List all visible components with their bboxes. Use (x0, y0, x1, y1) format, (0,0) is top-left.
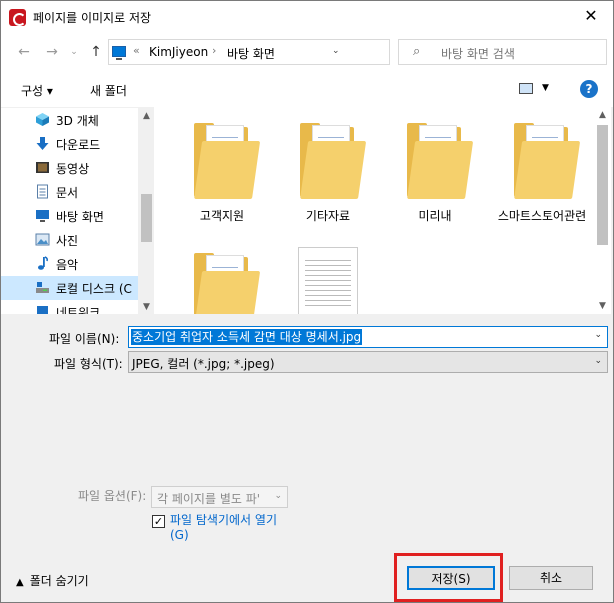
file-option-label: 파일 옵션(F): (78, 489, 147, 503)
save-as-image-dialog: 페이지를 이미지로 저장 ✕ ← → ⌄ ↑ « KimJiyeon › 바탕 … (0, 0, 614, 603)
breadcrumb-user[interactable]: KimJiyeon (149, 45, 208, 59)
nav-item-label: 다운로드 (56, 138, 101, 152)
search-input[interactable]: ⌕ 바탕 화면 검색 (398, 39, 607, 65)
drive-icon (36, 282, 49, 293)
download-icon (36, 137, 49, 150)
save-button[interactable]: 저장(S) (407, 566, 495, 590)
nav-item-label: 문서 (56, 186, 79, 200)
forward-arrow-icon[interactable]: → (43, 43, 61, 61)
filetype-dropdown-icon[interactable]: ⌄ (594, 356, 602, 366)
breadcrumb-overflow[interactable]: « (133, 44, 140, 57)
video-icon (36, 162, 49, 173)
search-icon: ⌕ (413, 44, 421, 59)
nav-item-downloads[interactable]: 다운로드 (1, 132, 138, 156)
desktop-location-icon (112, 46, 126, 60)
filetype-value: JPEG, 컬러 (*.jpg; *.jpeg) (132, 357, 275, 371)
scroll-up-icon[interactable]: ▲ (138, 108, 155, 124)
nav-item-label: 음악 (56, 258, 79, 272)
nav-item-music[interactable]: 음악 (1, 252, 138, 276)
folder-icon (403, 121, 474, 201)
3d-objects-icon (36, 113, 49, 126)
window-title: 페이지를 이미지로 저장 (33, 11, 152, 25)
up-arrow-icon[interactable]: ↑ (87, 43, 105, 61)
help-icon[interactable]: ? (580, 80, 598, 98)
save-options-area: 파일 이름(N): 중소기업 취업자 소득세 감면 대상 명세서.jpg ⌄ 파… (1, 314, 613, 602)
command-bar: 구성 ▾ 새 폴더 ▼ ? (1, 73, 613, 107)
app-logo-icon (9, 9, 26, 26)
filetype-select[interactable]: JPEG, 컬러 (*.jpg; *.jpeg) ⌄ (128, 351, 608, 373)
scroll-down-icon[interactable]: ▼ (138, 299, 155, 315)
file-option-select: 각 페이지를 별도 파' ⌄ (151, 486, 288, 508)
breadcrumb-separator: › (212, 44, 217, 57)
title-bar: 페이지를 이미지로 저장 ✕ (1, 1, 613, 33)
nav-item-pictures[interactable]: 사진 (1, 228, 138, 252)
organize-button[interactable]: 구성 ▾ (21, 82, 53, 99)
search-placeholder: 바탕 화면 검색 (441, 47, 515, 61)
new-folder-button[interactable]: 새 폴더 (90, 82, 127, 99)
recent-locations-icon[interactable]: ⌄ (65, 43, 83, 61)
view-dropdown-icon[interactable]: ▼ (542, 83, 549, 93)
file-option-dropdown-icon: ⌄ (274, 491, 282, 501)
filename-label: 파일 이름(N): (49, 332, 120, 346)
nav-item-3d-objects[interactable]: 3D 개체 (1, 108, 138, 132)
document-thumbnail-icon (298, 247, 358, 314)
close-button[interactable]: ✕ (581, 6, 601, 26)
file-name: 고객지원 (199, 209, 245, 223)
document-icon (37, 184, 48, 199)
breadcrumb-desktop[interactable]: 바탕 화면 (227, 45, 275, 62)
scroll-down-icon[interactable]: ▼ (594, 298, 611, 314)
cancel-button[interactable]: 취소 (509, 566, 593, 590)
folder-icon (190, 121, 261, 201)
filetype-label: 파일 형식(T): (54, 357, 123, 371)
folder-icon (510, 121, 581, 201)
nav-item-desktop[interactable]: 바탕 화면 (1, 204, 138, 228)
file-list-pane: 고객지원 기타자료 미리내 스마트스토어관련 (154, 107, 594, 314)
navigation-bar: ← → ⌄ ↑ « KimJiyeon › 바탕 화면 ⌄ ↻ ⌕ 바탕 화면 … (1, 33, 613, 73)
nav-item-label: 3D 개체 (56, 114, 99, 128)
desktop-icon (36, 210, 49, 222)
filename-dropdown-icon[interactable]: ⌄ (594, 330, 602, 340)
nav-item-label: 로컬 디스크 (C (56, 282, 132, 296)
back-arrow-icon[interactable]: ← (15, 43, 33, 61)
address-dropdown-icon[interactable]: ⌄ (332, 46, 340, 56)
file-name: 스마트스토어관련 (497, 209, 587, 223)
nav-item-local-disk[interactable]: 로컬 디스크 (C (1, 276, 138, 300)
open-in-explorer-label[interactable]: 파일 탐색기에서 열기 (G) (170, 513, 295, 543)
music-icon (38, 256, 49, 270)
filename-value: 중소기업 취업자 소득세 감면 대상 명세서.jpg (131, 329, 363, 345)
file-name: 미리내 (418, 209, 452, 223)
file-scroll-thumb[interactable] (597, 125, 608, 245)
navigation-pane: 3D 개체 다운로드 동영상 문서 바탕 화면 사진 음악 로컬 디스크 (C (1, 107, 155, 320)
pictures-icon (35, 233, 50, 246)
open-in-explorer-checkbox[interactable]: ✓ (152, 515, 165, 528)
nav-item-label: 바탕 화면 (56, 210, 104, 224)
chevron-up-icon: ▲ (16, 577, 24, 588)
hide-folders-label: 폴더 숨기기 (29, 574, 89, 588)
scroll-up-icon[interactable]: ▲ (594, 107, 611, 123)
address-bar[interactable]: « KimJiyeon › 바탕 화면 ⌄ ↻ (108, 39, 483, 65)
folder-icon (296, 121, 367, 201)
view-options-icon[interactable] (519, 83, 533, 94)
hide-folders-button[interactable]: ▲ 폴더 숨기기 (16, 572, 89, 589)
nav-scroll-thumb[interactable] (141, 194, 152, 242)
file-pane-scrollbar[interactable]: ▲ ▼ (594, 107, 611, 314)
file-name: 기타자료 (305, 209, 351, 223)
nav-pane-scrollbar[interactable]: ▲ ▼ (138, 108, 155, 315)
nav-item-label: 동영상 (56, 162, 90, 176)
folder-icon (190, 251, 261, 314)
nav-item-documents[interactable]: 문서 (1, 180, 138, 204)
nav-item-label: 사진 (56, 234, 79, 248)
nav-item-videos[interactable]: 동영상 (1, 156, 138, 180)
file-option-value: 각 페이지를 별도 파' (157, 492, 261, 506)
filename-input[interactable]: 중소기업 취업자 소득세 감면 대상 명세서.jpg ⌄ (128, 326, 608, 348)
